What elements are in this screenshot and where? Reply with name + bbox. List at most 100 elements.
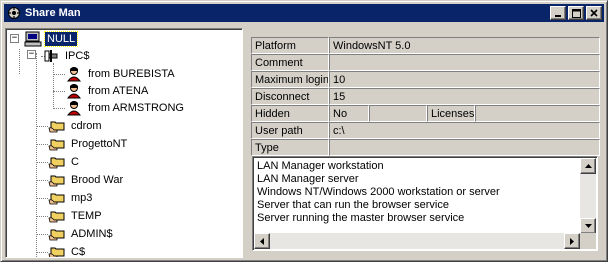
horizontal-scrollbar[interactable] <box>254 233 580 249</box>
scroll-up-button[interactable] <box>580 158 596 174</box>
tree-line <box>36 126 48 127</box>
scroll-right-button[interactable] <box>564 233 580 249</box>
platform-value: WindowsNT 5.0 <box>329 37 600 54</box>
tree-item-label: cdrom <box>71 120 102 132</box>
tree-line <box>36 53 37 257</box>
tree-item-label: IPC$ <box>65 50 90 62</box>
tree-item-label: mp3 <box>71 192 93 204</box>
shared-folder-icon <box>48 175 65 187</box>
tree-item-label: from BUREBISTA <box>88 68 175 80</box>
tree-item-session[interactable]: from ATENA <box>65 82 150 100</box>
arrow-down-icon <box>584 224 592 228</box>
tree-item-label: TEMP <box>71 210 102 222</box>
max-logins-value[interactable]: 10 <box>329 71 600 88</box>
tree-line <box>36 234 48 235</box>
type-value <box>329 139 600 156</box>
property-label: Comment <box>251 54 329 71</box>
tree-item-ipc[interactable]: IPC$ <box>42 47 91 65</box>
shared-folder-icon <box>48 211 65 223</box>
tree-item-label: C <box>71 156 79 168</box>
tree-item-share-c-dollar[interactable]: C$ <box>48 243 87 258</box>
property-label: Maximum logins <box>251 71 329 88</box>
tree-line <box>36 252 48 253</box>
share-man-window: Share Man − − NULL IPC$ from BUREBISTA f… <box>0 0 608 262</box>
user-path-value[interactable]: c:\ <box>329 122 600 139</box>
tree-item-label: NULL <box>43 31 79 47</box>
share-tree[interactable]: − − NULL IPC$ from BUREBISTA from ATENA … <box>5 28 243 258</box>
arrow-right-icon <box>570 237 574 245</box>
tree-line <box>36 180 48 181</box>
hidden-value[interactable]: No <box>329 105 369 122</box>
tree-item-share-brood-war[interactable]: Brood War <box>48 171 125 189</box>
tree-line <box>36 216 48 217</box>
share-man-app-icon <box>6 5 22 21</box>
tree-item-label: from ATENA <box>88 85 149 97</box>
property-label: User path <box>251 122 329 139</box>
server-type-list[interactable]: LAN Manager workstation LAN Manager serv… <box>252 156 598 251</box>
tree-item-label: C$ <box>71 246 86 258</box>
tree-item-label: ADMIN$ <box>71 228 113 240</box>
property-label: Disconnect <box>251 88 329 105</box>
minimize-button[interactable] <box>550 6 566 20</box>
vertical-scrollbar[interactable] <box>580 158 596 234</box>
licenses-value[interactable] <box>475 105 600 122</box>
user-icon <box>66 101 82 116</box>
user-icon <box>66 84 82 99</box>
shared-folder-icon <box>48 229 65 241</box>
arrow-left-icon <box>260 237 264 245</box>
user-icon <box>66 67 82 82</box>
list-item[interactable]: Windows NT/Windows 2000 workstation or s… <box>257 186 500 199</box>
tree-item-label: Brood War <box>71 174 124 186</box>
tree-item-share-mp3[interactable]: mp3 <box>48 189 94 207</box>
scroll-left-button[interactable] <box>254 233 270 249</box>
tree-item-session[interactable]: from BUREBISTA <box>65 65 177 83</box>
minimize-icon <box>555 15 561 17</box>
property-label: Hidden <box>251 105 329 122</box>
close-button[interactable] <box>586 6 602 20</box>
property-label: Type <box>251 139 329 156</box>
tree-item-label: ProgettoNT <box>71 138 128 150</box>
shared-folder-icon <box>48 247 65 257</box>
collapse-root-toggle[interactable]: − <box>10 34 19 43</box>
list-item[interactable]: Server running the master browser servic… <box>257 212 464 225</box>
tree-item-share-temp[interactable]: TEMP <box>48 207 104 225</box>
tree-line <box>53 63 54 109</box>
tree-line <box>53 108 65 109</box>
tree-item-share-progettont[interactable]: ProgettoNT <box>48 135 129 153</box>
properties-panel: Platform WindowsNT 5.0 Comment Maximum l… <box>251 37 600 156</box>
list-item[interactable]: LAN Manager workstation <box>257 160 384 173</box>
disconnect-value[interactable]: 15 <box>329 88 600 105</box>
list-item[interactable]: LAN Manager server <box>257 173 359 186</box>
shared-folder-icon <box>48 157 65 169</box>
shared-folder-icon <box>48 193 65 205</box>
tree-line <box>53 91 65 92</box>
shared-folder-icon <box>48 139 65 151</box>
tree-item-share-c[interactable]: C <box>48 153 81 171</box>
window-title: Share Man <box>25 7 81 19</box>
tree-item-session[interactable]: from ARMSTRONG <box>65 99 186 117</box>
tree-item-label: from ARMSTRONG <box>88 102 184 114</box>
licenses-label: Licenses <box>427 105 475 122</box>
property-label: Platform <box>251 37 329 54</box>
list-item[interactable]: Server that can run the browser service <box>257 199 449 212</box>
close-icon <box>590 9 598 17</box>
maximize-icon <box>571 8 581 18</box>
scroll-corner <box>580 233 596 249</box>
tree-line <box>19 49 20 74</box>
tree-line <box>53 74 65 75</box>
computer-icon <box>24 31 42 47</box>
filler-cell <box>369 105 427 122</box>
shared-folder-icon <box>48 121 65 133</box>
tree-item-root[interactable]: NULL <box>24 30 79 48</box>
scroll-down-button[interactable] <box>580 218 596 234</box>
tree-item-share-admin[interactable]: ADMIN$ <box>48 225 115 243</box>
collapse-ipc-toggle[interactable]: − <box>27 50 36 59</box>
tree-line <box>36 198 48 199</box>
tree-line <box>36 162 48 163</box>
pipe-icon <box>44 50 58 62</box>
tree-line <box>36 144 48 145</box>
comment-value[interactable] <box>329 54 600 71</box>
tree-item-share-cdrom[interactable]: cdrom <box>48 117 104 135</box>
title-bar[interactable]: Share Man <box>4 4 604 22</box>
maximize-button[interactable] <box>568 6 584 20</box>
